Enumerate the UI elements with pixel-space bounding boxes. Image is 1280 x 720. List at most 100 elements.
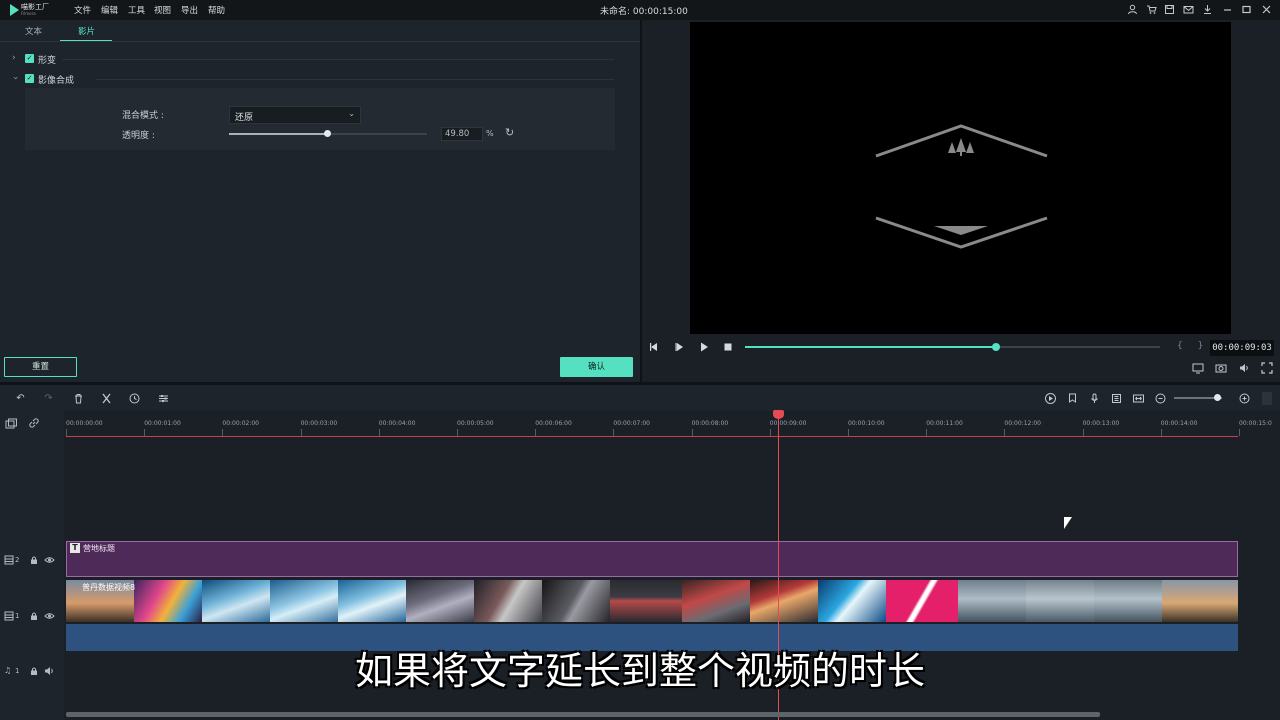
close-icon[interactable] <box>1261 4 1272 15</box>
reset-button[interactable]: 重置 <box>4 357 77 377</box>
redo-icon[interactable]: ↷ <box>42 392 55 405</box>
zoom-in-icon[interactable] <box>1238 392 1251 405</box>
section-compositing[interactable]: › ✓ 影像合成 <box>0 71 640 87</box>
lock-icon[interactable] <box>29 555 39 567</box>
chevron-down-icon: ⌄ <box>348 109 355 118</box>
link-icon[interactable] <box>28 417 40 431</box>
playhead-handle[interactable] <box>773 410 784 419</box>
ruler-tick-label: 00:00:00:00 <box>66 420 103 427</box>
panel-toggle-icon[interactable] <box>1262 392 1272 405</box>
snapshot-icon[interactable] <box>1215 362 1227 374</box>
thumbnail <box>682 580 750 622</box>
ruler-tick-label: 00:00:07:00 <box>613 420 650 427</box>
tab-text[interactable]: 文本 <box>25 25 42 37</box>
thumbnail <box>958 580 1026 622</box>
add-track-icon[interactable] <box>5 418 18 432</box>
opacity-slider-fill <box>229 133 327 135</box>
user-icon[interactable] <box>1127 4 1138 15</box>
transform-checkbox[interactable]: ✓ <box>25 54 34 63</box>
marker-braces[interactable]: { } <box>1177 341 1209 351</box>
cart-icon[interactable] <box>1146 4 1157 15</box>
compositing-checkbox[interactable]: ✓ <box>25 74 34 83</box>
download-icon[interactable] <box>1202 4 1213 15</box>
tab-film[interactable]: 影片 <box>78 25 95 37</box>
volume-icon[interactable] <box>1238 362 1250 374</box>
play-icon[interactable] <box>697 340 711 354</box>
menu-edit[interactable]: 编辑 <box>101 4 118 16</box>
logo-mark-icon <box>10 4 19 16</box>
ruler-tick <box>1239 429 1240 436</box>
ruler-tick-label: 00:00:08:00 <box>691 420 729 427</box>
next-frame-icon[interactable] <box>672 340 686 354</box>
divider <box>62 59 614 60</box>
blend-mode-select[interactable]: 还原 ⌄ <box>229 106 361 124</box>
display-settings-icon[interactable] <box>1192 362 1204 374</box>
playback-progress-thumb[interactable] <box>992 343 1000 351</box>
video-clip-label: 普丹数据视频8 <box>82 583 136 592</box>
adjust-icon[interactable] <box>157 392 170 405</box>
lock-icon[interactable] <box>29 611 39 623</box>
ruler-tick-label: 00:00:15:0 <box>1239 420 1272 427</box>
ruler-tick-label: 00:00:05:00 <box>457 420 494 427</box>
minimize-icon[interactable] <box>1222 4 1233 15</box>
mixer-icon[interactable] <box>1110 392 1123 405</box>
mouse-cursor-icon <box>1064 517 1072 529</box>
menu-help[interactable]: 帮助 <box>208 4 225 16</box>
ruler-tick <box>1160 429 1162 436</box>
menu-tools[interactable]: 工具 <box>128 4 145 16</box>
blend-mode-value: 还原 <box>235 113 254 123</box>
fullscreen-icon[interactable] <box>1261 362 1273 374</box>
ruler-tick-label: 00:00:03:00 <box>300 420 338 427</box>
ruler-tick-label: 00:00:13:00 <box>1082 420 1120 427</box>
zoom-slider-thumb[interactable] <box>1214 394 1221 401</box>
title-graphic <box>875 124 1048 249</box>
menu-file[interactable]: 文件 <box>74 4 91 16</box>
maximize-icon[interactable] <box>1241 4 1252 15</box>
zoom-out-icon[interactable] <box>1154 392 1167 405</box>
reset-opacity-icon[interactable]: ↻ <box>505 126 514 139</box>
thumbnail <box>818 580 886 622</box>
section-transform[interactable]: › ✓ 形变 <box>0 51 640 67</box>
video-clip[interactable] <box>66 580 1238 622</box>
timeline-scrollbar[interactable] <box>66 712 1100 717</box>
chevron-down-icon[interactable]: › <box>10 76 20 80</box>
thumbnail <box>1026 580 1094 622</box>
menu-export[interactable]: 导出 <box>181 4 198 16</box>
prev-frame-icon[interactable] <box>647 340 661 354</box>
track-video-icon <box>4 611 14 623</box>
title-clip[interactable] <box>66 541 1238 577</box>
opacity-slider-thumb[interactable] <box>324 130 331 137</box>
menu-view[interactable]: 视图 <box>154 4 171 16</box>
blend-mode-label: 混合模式 : <box>122 111 164 121</box>
save-icon[interactable] <box>1164 4 1175 15</box>
ruler-tick <box>300 429 302 436</box>
speed-icon[interactable] <box>128 392 141 405</box>
delete-icon[interactable] <box>72 392 85 405</box>
ruler-tick-label: 00:00:12:00 <box>1004 420 1041 427</box>
opacity-label: 透明度 : <box>122 131 155 141</box>
marker-icon[interactable] <box>1066 392 1079 405</box>
ruler-tick <box>535 429 537 436</box>
editor-panel: 文本 影片 › ✓ 形变 › ✓ 影像合成 <box>0 20 640 382</box>
video-viewer[interactable] <box>690 22 1231 334</box>
ruler-baseline <box>66 436 1238 437</box>
render-icon[interactable] <box>1044 392 1057 405</box>
track-2-number: 2 <box>15 556 20 564</box>
chevron-right-icon[interactable]: › <box>12 53 16 63</box>
opacity-input[interactable]: 49.80 <box>441 127 483 141</box>
cut-icon[interactable] <box>100 392 113 405</box>
playback-progress-fill <box>745 346 996 348</box>
ruler-tick-label: 00:00:10:00 <box>848 420 885 427</box>
microphone-icon[interactable] <box>1088 392 1101 405</box>
undo-icon[interactable]: ↶ <box>14 392 27 405</box>
ok-button[interactable]: 确认 <box>560 357 633 377</box>
mail-icon[interactable] <box>1183 4 1194 15</box>
stop-icon[interactable] <box>721 340 735 354</box>
ruler-tick-label: 00:00:01:00 <box>144 420 181 427</box>
fit-timeline-icon[interactable] <box>1132 392 1145 405</box>
text-clip-icon: T <box>70 543 80 553</box>
eye-icon[interactable] <box>44 555 55 567</box>
ruler-tick <box>691 429 693 436</box>
eye-icon[interactable] <box>44 611 55 623</box>
thumbnail <box>1162 580 1238 622</box>
